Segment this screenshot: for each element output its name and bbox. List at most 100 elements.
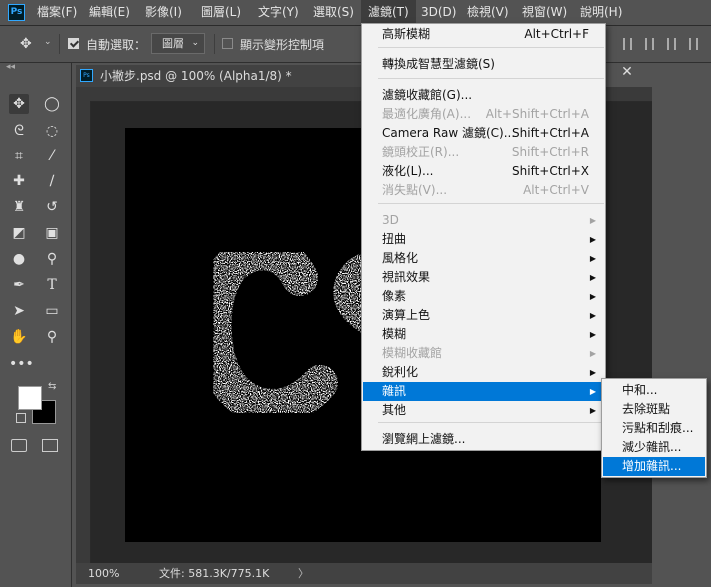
- menu-item-label: 液化(L)...: [382, 164, 434, 178]
- filter-menu-item[interactable]: 銳利化 ▶: [363, 363, 604, 382]
- eraser-icon[interactable]: ◩: [9, 223, 29, 243]
- filter-menu-item: 模糊收藏館 ▶: [363, 344, 604, 363]
- noise-submenu-item[interactable]: 減少雜訊...: [603, 438, 705, 457]
- auto-select-target-value: 圖層: [162, 37, 184, 50]
- menu-5[interactable]: 選取(S): [306, 0, 361, 25]
- menu-7[interactable]: 3D(D): [414, 0, 463, 25]
- hand-icon[interactable]: ✋: [9, 327, 29, 347]
- zoom-level[interactable]: 100%: [88, 563, 119, 584]
- menu-10[interactable]: 說明(H): [573, 0, 629, 25]
- document-tab[interactable]: Ps 小撇步.psd @ 100% (Alpha1/8) *: [76, 65, 366, 87]
- submenu-arrow-icon: ▶: [589, 349, 596, 358]
- submenu-arrow-icon: ▶: [589, 406, 596, 415]
- menu-0[interactable]: 檔案(F): [30, 0, 84, 25]
- filter-menu-item[interactable]: Camera Raw 濾鏡(C)... Shift+Ctrl+A: [363, 124, 604, 143]
- chevron-right-icon[interactable]: 〉: [298, 563, 309, 584]
- menu-3[interactable]: 圖層(L): [194, 0, 248, 25]
- default-colors-icon[interactable]: [16, 413, 26, 423]
- filter-menu-item[interactable]: 濾鏡收藏館(G)...: [363, 86, 604, 105]
- menu-8[interactable]: 檢視(V): [460, 0, 516, 25]
- filter-menu-item[interactable]: 其他 ▶: [363, 401, 604, 420]
- eyedropper-icon[interactable]: ⁄: [42, 146, 62, 166]
- show-transform-checkbox[interactable]: [222, 38, 233, 49]
- move-tool-preset-icon[interactable]: ✥: [20, 36, 36, 52]
- noise-submenu-item[interactable]: 去除斑點: [603, 400, 705, 419]
- menu-9[interactable]: 視窗(W): [515, 0, 574, 25]
- lasso-icon[interactable]: ᘓ: [9, 121, 29, 141]
- submenu-arrow-icon: ▶: [589, 330, 596, 339]
- pen-icon[interactable]: ✒: [9, 275, 29, 295]
- filter-menu-item[interactable]: 高斯模糊 Alt+Ctrl+F: [363, 25, 604, 44]
- menu-item-shortcut: Shift+Ctrl+R: [511, 145, 589, 159]
- filter-menu-item[interactable]: 液化(L)... Shift+Ctrl+X: [363, 162, 604, 181]
- filter-menu-item[interactable]: 像素 ▶: [363, 287, 604, 306]
- auto-select-target-dropdown[interactable]: 圖層 ⌄: [151, 33, 205, 54]
- menu-item-label: 像素: [382, 289, 407, 303]
- menu-2[interactable]: 影像(I): [138, 0, 189, 25]
- close-document-icon[interactable]: ✕: [617, 62, 637, 82]
- menu-item-label: 轉換成智慧型濾鏡(S): [382, 57, 495, 71]
- filter-menu-item[interactable]: 轉換成智慧型濾鏡(S): [363, 55, 604, 74]
- crop-icon[interactable]: ⌗: [9, 146, 29, 166]
- align-left-icon[interactable]: [623, 38, 632, 50]
- align-right-icon[interactable]: [667, 38, 676, 50]
- brush-icon[interactable]: ∕: [42, 171, 62, 191]
- path-selection-icon[interactable]: ➤: [9, 301, 29, 321]
- filter-menu-item: 消失點(V)... Alt+Ctrl+V: [363, 181, 604, 200]
- type-icon[interactable]: T: [42, 275, 62, 295]
- auto-select-label: 自動選取：: [86, 38, 147, 52]
- screen-mode-icon[interactable]: [42, 439, 58, 452]
- menu-1[interactable]: 編輯(E): [82, 0, 137, 25]
- more-tools-icon[interactable]: •••: [9, 354, 34, 374]
- tools-panel: ◂◂ ✥ ◯ ᘓ ◌ ⌗ ⁄ ✚ ∕ ♜ ↺ ◩ ▣ ● ⚲ ✒ T ➤ ▭ ✋…: [0, 62, 72, 587]
- noise-submenu-item[interactable]: 增加雜訊...: [603, 457, 705, 476]
- separator: [214, 34, 215, 54]
- zoom-icon[interactable]: ⚲: [42, 327, 62, 347]
- quick-select-icon[interactable]: ◌: [42, 121, 62, 141]
- clone-stamp-icon[interactable]: ♜: [9, 197, 29, 217]
- swap-colors-icon[interactable]: ⇆: [48, 381, 56, 392]
- menu-separator: [378, 78, 604, 79]
- gradient-icon[interactable]: ▣: [42, 223, 62, 243]
- auto-select-checkbox[interactable]: [68, 38, 79, 49]
- dodge-icon[interactable]: ⚲: [42, 249, 62, 269]
- collapse-panel-icon[interactable]: ◂◂: [6, 62, 15, 72]
- rectangle-icon[interactable]: ▭: [42, 301, 62, 321]
- menu-item-label: 演算上色: [382, 308, 431, 322]
- filter-menu-item[interactable]: 瀏覽網上濾鏡...: [363, 430, 604, 449]
- chevron-down-icon[interactable]: ⌄: [44, 37, 52, 47]
- menu-4[interactable]: 文字(Y): [251, 0, 306, 25]
- align-center-icon[interactable]: [645, 38, 654, 50]
- menu-item-label: 3D: [382, 213, 399, 227]
- submenu-arrow-icon: ▶: [589, 387, 596, 396]
- submenu-arrow-icon: ▶: [589, 292, 596, 301]
- foreground-color-swatch[interactable]: [18, 386, 42, 410]
- menu-item-label: 鏡頭校正(R)...: [382, 145, 460, 159]
- filter-menu-item: 最適化廣角(A)... Alt+Shift+Ctrl+A: [363, 105, 604, 124]
- quick-mask-icon[interactable]: [11, 439, 27, 452]
- menu-item-label: 消失點(V)...: [382, 183, 448, 197]
- filter-menu-item[interactable]: 視訊效果 ▶: [363, 268, 604, 287]
- menu-item-label: 銳利化: [382, 365, 419, 379]
- noise-submenu: 中和... 去除斑點 污點和刮痕... 減少雜訊... 增加雜訊...: [601, 378, 707, 478]
- marquee-icon[interactable]: ◯: [42, 94, 62, 114]
- noise-submenu-item[interactable]: 污點和刮痕...: [603, 419, 705, 438]
- filter-menu-item[interactable]: 風格化 ▶: [363, 249, 604, 268]
- filter-menu-item[interactable]: 扭曲 ▶: [363, 230, 604, 249]
- blur-icon[interactable]: ●: [9, 249, 29, 269]
- distribute-icon[interactable]: [689, 38, 698, 50]
- move-icon[interactable]: ✥: [9, 94, 29, 114]
- healing-brush-icon[interactable]: ✚: [9, 171, 29, 191]
- menu-item-shortcut: Alt+Shift+Ctrl+A: [485, 107, 589, 121]
- vertical-ruler[interactable]: [76, 101, 91, 563]
- menu-item-label: 視訊效果: [382, 270, 431, 284]
- filter-menu-item[interactable]: 模糊 ▶: [363, 325, 604, 344]
- menu-item-label: 其他: [382, 403, 407, 417]
- filter-menu-item[interactable]: 雜訊 ▶: [363, 382, 604, 401]
- photoshop-logo: Ps: [8, 4, 25, 21]
- noise-submenu-item[interactable]: 中和...: [603, 381, 705, 400]
- filter-menu-item[interactable]: 演算上色 ▶: [363, 306, 604, 325]
- submenu-arrow-icon: ▶: [589, 273, 596, 282]
- history-brush-icon[interactable]: ↺: [42, 197, 62, 217]
- menu-6[interactable]: 濾鏡(T): [361, 0, 416, 25]
